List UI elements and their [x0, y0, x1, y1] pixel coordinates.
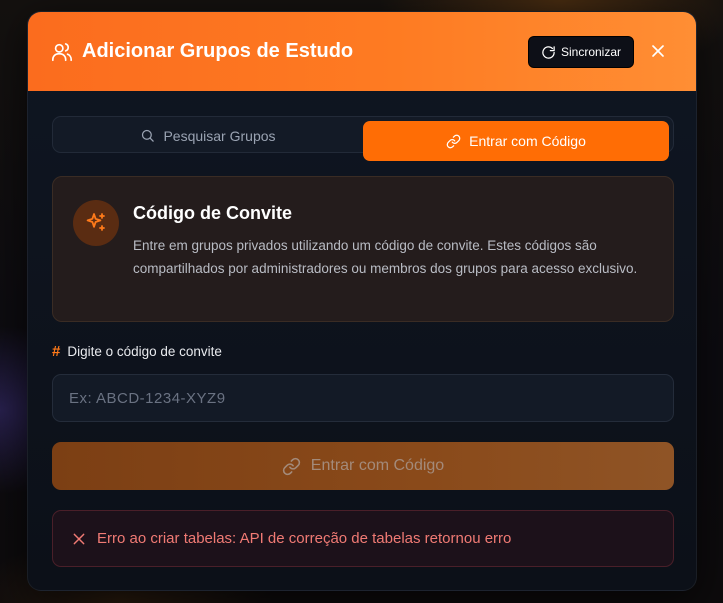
invite-code-label-text: Digite o código de convite — [67, 344, 222, 359]
invite-code-label: # Digite o código de convite — [52, 343, 222, 360]
hash-icon: # — [52, 343, 61, 360]
info-title: Código de Convite — [133, 203, 292, 223]
error-alert: Erro ao criar tabelas: API de correção d… — [52, 510, 674, 567]
tab-label: Pesquisar Grupos — [163, 127, 276, 144]
link-icon — [282, 457, 301, 476]
refresh-icon — [541, 45, 556, 60]
tab-join-with-code[interactable]: Entrar com Código — [363, 121, 669, 161]
join-with-code-button[interactable]: Entrar com Código — [52, 442, 674, 490]
modal-header: Adicionar Grupos de Estudo Sincronizar — [28, 12, 696, 91]
link-icon — [446, 134, 461, 149]
invite-code-input[interactable] — [52, 374, 674, 422]
info-description: Entre em grupos privados utilizando um c… — [133, 238, 638, 276]
error-message: Erro ao criar tabelas: API de correção d… — [97, 530, 512, 547]
mode-tabs: Pesquisar Grupos Entrar com Código — [52, 116, 674, 161]
sparkles-icon — [73, 200, 119, 246]
sync-button-label: Sincronizar — [560, 45, 622, 59]
tab-search-groups[interactable]: Pesquisar Grupos — [53, 117, 363, 154]
sync-button[interactable]: Sincronizar — [528, 36, 634, 68]
close-icon[interactable] — [648, 41, 668, 61]
users-icon — [51, 41, 73, 63]
join-button-label: Entrar com Código — [310, 457, 445, 474]
invite-code-info-card: Código de Convite Entre em grupos privad… — [52, 176, 674, 322]
search-icon — [140, 128, 155, 143]
add-study-groups-modal: Adicionar Grupos de Estudo Sincronizar P… — [27, 11, 697, 591]
tab-label: Entrar com Código — [469, 133, 586, 149]
close-icon — [71, 531, 87, 547]
modal-title: Adicionar Grupos de Estudo — [82, 40, 354, 62]
